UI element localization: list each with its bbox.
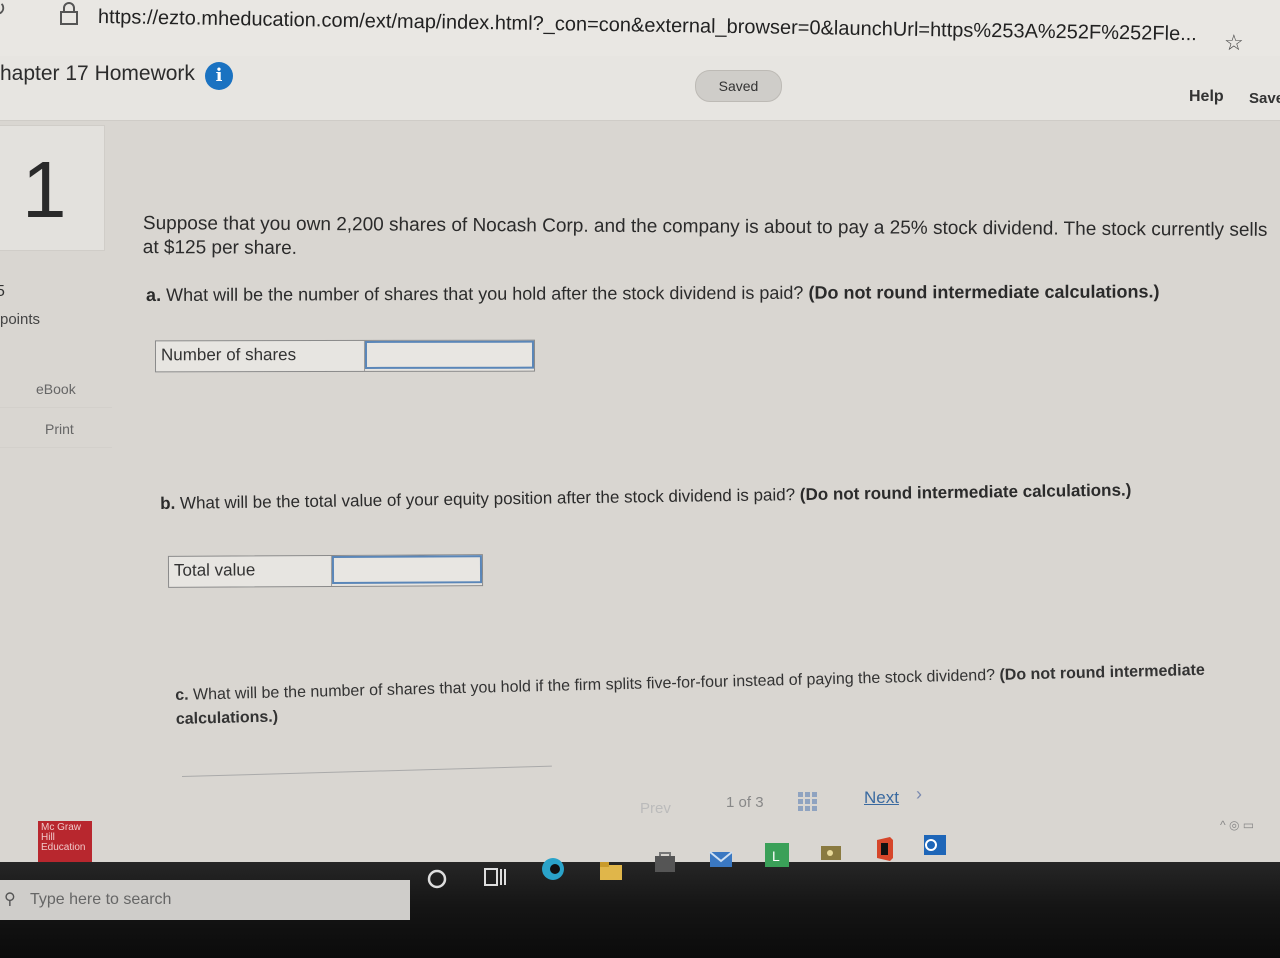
search-icon: ⚲ (4, 891, 16, 908)
task-view-icon[interactable] (482, 864, 508, 890)
print-link[interactable]: Print (0, 411, 112, 448)
divider (182, 765, 552, 777)
file-explorer-icon[interactable] (598, 858, 624, 884)
office-icon[interactable] (872, 836, 898, 862)
part-c-letter: c. (175, 686, 189, 704)
page-of: of (738, 794, 752, 811)
photos-icon[interactable] (818, 840, 844, 866)
total-value-input[interactable] (331, 555, 483, 584)
mail-icon[interactable] (708, 846, 734, 872)
number-of-shares-input[interactable] (364, 340, 535, 369)
assignment-title: hapter 17 Homework (0, 62, 195, 85)
part-b-text: What will be the total value of your equ… (179, 485, 796, 513)
part-b-note: (Do not round intermediate calculations.… (799, 480, 1132, 505)
question-sidebar: 1 5 points eBook Print Mc Graw Hill Educ… (0, 121, 115, 881)
total-pages: 3 (755, 794, 764, 811)
part-a-answer-row: Number of shares (154, 339, 536, 373)
part-a-letter: a. (146, 284, 162, 305)
url-field[interactable]: https://ezto.mheducation.com/ext/map/ind… (98, 6, 1197, 46)
question-content: Suppose that you own 2,200 shares of Noc… (0, 0, 1280, 958)
chevron-right-icon[interactable]: › (916, 784, 922, 805)
part-c-prompt: c. What will be the number of shares tha… (175, 658, 1226, 732)
edge-browser-icon[interactable] (540, 856, 566, 882)
next-button[interactable]: Next (864, 788, 899, 808)
part-a-text: What will be the number of shares that y… (166, 282, 804, 305)
mcgraw-hill-logo: Mc Graw Hill Education (38, 821, 92, 867)
points-label: points (0, 311, 41, 328)
search-placeholder: Type here to search (30, 891, 172, 908)
question-number: 1 (22, 145, 67, 234)
part-b-answer-row: Total value (167, 554, 484, 588)
part-a-prompt: a. What will be the number of shares tha… (146, 281, 1246, 306)
store-icon[interactable] (652, 848, 678, 874)
part-b-letter: b. (160, 493, 176, 513)
lock-icon (60, 2, 78, 25)
svg-text:L: L (772, 848, 780, 864)
reload-icon[interactable]: ↻ (0, 0, 6, 22)
taskbar-search[interactable]: ⚲ Type here to search (0, 880, 410, 920)
part-c-text: What will be the number of shares that y… (192, 666, 996, 704)
prev-button[interactable]: Prev (640, 800, 671, 817)
help-button[interactable]: Help (1189, 88, 1224, 106)
cortana-icon[interactable] (424, 866, 450, 892)
grid-icon[interactable] (798, 792, 818, 812)
question-stem: Suppose that you own 2,200 shares of Noc… (142, 212, 1268, 259)
saved-status-badge: Saved (695, 70, 782, 102)
info-icon[interactable]: i (205, 62, 233, 90)
question-number-box: 1 (0, 125, 105, 251)
star-icon[interactable]: ☆ (1224, 30, 1244, 56)
total-value-label: Total value (168, 555, 333, 587)
taskbar: ⚲ Type here to search L ^ ◎ ▭ (0, 818, 1280, 958)
current-page: 1 (726, 794, 735, 811)
part-a-note: (Do not round intermediate calculations.… (808, 281, 1160, 303)
app-l-icon[interactable]: L (764, 842, 790, 868)
assignment-header: hapter 17 Homework i Saved Help Save (0, 56, 1280, 121)
browser-address-bar: ↻ https://ezto.mheducation.com/ext/map/i… (0, 0, 1280, 57)
ebook-link[interactable]: eBook (0, 371, 112, 408)
save-exit-button[interactable]: Save (1249, 90, 1280, 107)
points-value: 5 (0, 283, 5, 300)
page-count: 1 of 3 (726, 794, 764, 811)
system-tray-chevron-icon[interactable]: ^ ◎ ▭ (1220, 818, 1254, 832)
part-b-prompt: b. What will be the total value of your … (160, 479, 1240, 514)
number-of-shares-label: Number of shares (155, 340, 366, 372)
outlook-icon[interactable] (922, 832, 948, 858)
